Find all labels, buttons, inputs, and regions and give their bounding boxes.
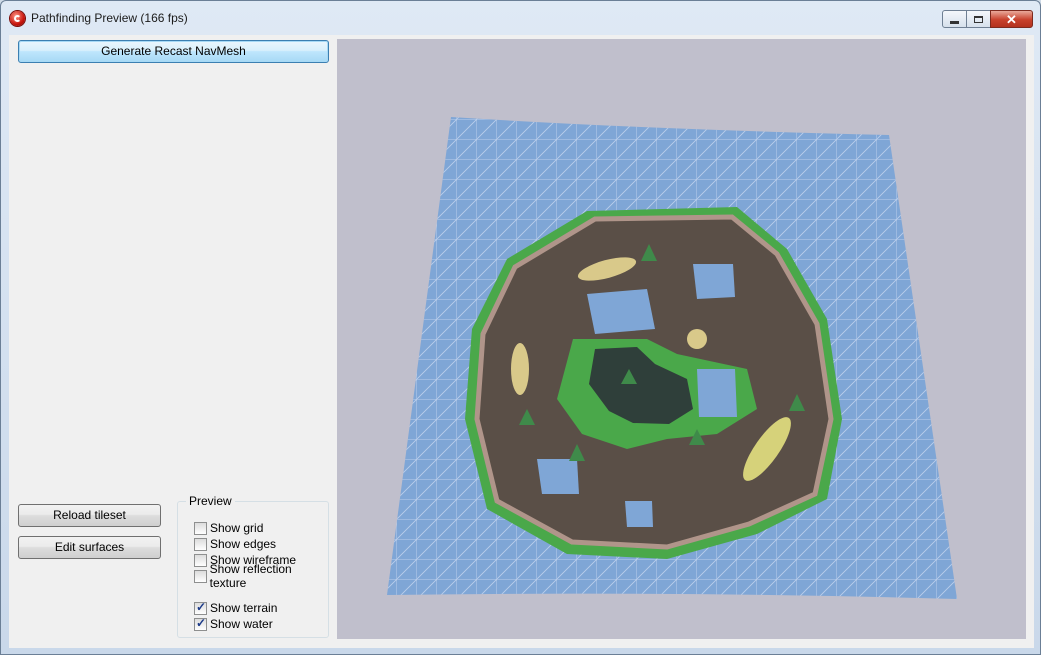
show-grid-checkbox[interactable]: Show grid [194,520,263,536]
show-water-checkbox[interactable]: Show water [194,616,273,632]
navmesh-hole [697,369,737,417]
checkbox-box[interactable] [194,553,207,567]
3d-preview-viewport[interactable] [337,39,1026,639]
title-bar[interactable]: Pathfinding Preview (166 fps) ✕ [1,1,1040,35]
checkbox-box[interactable] [194,616,207,631]
checkbox-box[interactable] [194,537,207,551]
checkbox-label: Show reflection texture [209,562,292,590]
navmesh-render [387,117,957,599]
maximize-button[interactable] [966,10,991,28]
sand-ridge [511,343,529,395]
checkbox-label: Show edges [210,537,277,551]
client-area: Generate Recast NavMesh Reload tileset E… [9,35,1034,648]
show-edges-checkbox[interactable]: Show edges [194,536,276,552]
reload-tileset-button[interactable]: Reload tileset [18,504,161,527]
navmesh-hole [693,264,735,299]
navmesh-hole [625,501,653,527]
maximize-icon [974,15,983,23]
navmesh-hole [537,459,579,494]
window-title: Pathfinding Preview (166 fps) [31,11,188,25]
minimize-icon [950,20,959,24]
checkbox-label: Show water [210,617,273,631]
generate-navmesh-button[interactable]: Generate Recast NavMesh [18,40,329,63]
preview-group: Preview Show grid Show edges Show wirefr… [177,494,329,638]
checkbox-box[interactable] [194,600,207,615]
edit-surfaces-button[interactable]: Edit surfaces [18,536,161,559]
app-icon [10,11,25,26]
minimize-button[interactable] [942,10,967,28]
checkbox-label: Show grid [210,521,264,535]
checkbox-box[interactable] [194,521,207,535]
preview-group-label: Preview [186,494,235,508]
show-terrain-checkbox[interactable]: Show terrain [194,600,277,616]
caption-buttons: ✕ [942,10,1033,29]
sand-ridge [687,329,707,349]
checkbox-label: Show terrain [210,601,278,615]
close-icon: ✕ [1006,11,1017,27]
main-window: Pathfinding Preview (166 fps) ✕ Generate… [0,0,1041,655]
navmesh-hole [587,289,655,334]
close-button[interactable]: ✕ [990,10,1033,28]
show-reflection-texture-checkbox[interactable]: Show reflection texture [194,562,328,590]
checkbox-box[interactable] [194,569,207,583]
